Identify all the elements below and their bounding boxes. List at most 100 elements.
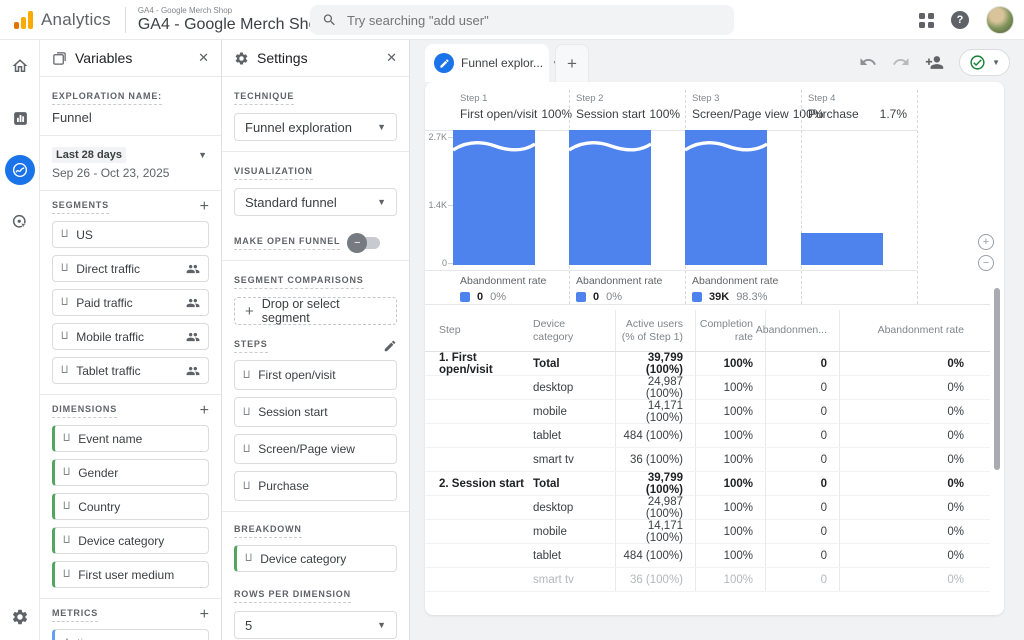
nav-reports[interactable] [0,92,40,144]
redo-icon[interactable] [892,53,910,71]
step-chip[interactable]: ⨿Purchase [234,471,397,501]
workspace: Funnel explor... ▼ + ▼ Step 1First open/… [410,40,1024,640]
dimension-chip[interactable]: ⨿First user medium [52,561,209,588]
nav-advertising[interactable] [0,196,40,248]
table-row[interactable]: 1. First open/visitTotal39,799 (100%)100… [425,352,990,376]
step-chip[interactable]: ⨿Session start [234,397,397,427]
breadcrumb[interactable]: GA4 - Google Merch Shop GA4 - Google Mer… [138,6,327,34]
rows-per-dimension-select[interactable]: 5 ▼ [234,611,397,639]
people-icon [186,364,200,378]
funnel-step-header[interactable]: Step 4Purchase1.7% [801,90,917,121]
close-variables-icon[interactable]: ✕ [198,50,209,66]
dimension-label: Device category [78,534,164,548]
dimension-chip[interactable]: ⨿Gender [52,459,209,486]
undo-icon[interactable] [859,53,877,71]
abandonment-cell: Abandonment rate00% [453,275,569,303]
col-header-abandonments[interactable]: Abandonmen... [765,310,839,351]
date-range-picker[interactable]: Last 28 days Sep 26 - Oct 23, 2025 ▼ [52,136,209,190]
table-row[interactable]: mobile14,171 (100%)100%00% [425,520,990,544]
cell-abandonments: 0 [765,424,839,447]
dimension-chip[interactable]: ⨿Country [52,493,209,520]
dimension-chip[interactable]: ⨿Event name [52,425,209,452]
zoom-in-icon[interactable]: + [978,234,994,250]
nav-admin[interactable] [0,608,40,626]
edit-steps-pencil-icon[interactable] [383,339,397,353]
tab-funnel-exploration[interactable]: Funnel explor... ▼ [425,44,549,82]
table-row[interactable]: 2. Session startTotal39,799 (100%)100%00… [425,472,990,496]
segment-chip[interactable]: ⨿ Mobile traffic [52,323,209,350]
segment-chip[interactable]: ⨿Paid traffic [52,289,209,316]
table-row[interactable]: smart tv36 (100%)100%00% [425,568,990,592]
drag-handle-icon[interactable]: ⨿ [63,535,70,546]
nav-explore-active[interactable] [0,144,40,196]
add-dimension-icon[interactable]: + [200,405,209,417]
exploration-name-value[interactable]: Funnel [52,110,209,125]
table-row[interactable]: desktop24,987 (100%)100%00% [425,376,990,400]
drag-handle-icon[interactable]: ⨿ [243,444,250,455]
table-row[interactable]: smart tv36 (100%)100%00% [425,448,990,472]
funnel-step-header[interactable]: Step 3Screen/Page view100% [685,90,801,121]
close-settings-icon[interactable]: ✕ [386,50,397,66]
drag-handle-icon[interactable]: ⨿ [243,481,250,492]
funnel-bar[interactable] [569,130,651,265]
new-tab-button[interactable]: + [555,44,589,82]
help-icon[interactable]: ? [951,11,969,29]
drag-handle-icon[interactable]: ⨿ [243,407,250,418]
table-row[interactable]: tablet484 (100%)100%00% [425,424,990,448]
segment-label: Mobile traffic [76,330,144,344]
funnel-step-header[interactable]: Step 1First open/visit100% [453,90,569,121]
drag-handle-icon[interactable]: ⨿ [61,365,68,376]
segment-chip[interactable]: ⨿US [52,221,209,248]
zoom-out-icon[interactable]: − [978,255,994,271]
step-chip[interactable]: ⨿First open/visit [234,360,397,390]
caret-down-icon: ▼ [377,197,386,207]
validation-status-button[interactable]: ▼ [959,49,1010,76]
make-open-funnel-toggle[interactable]: − [350,237,380,249]
drag-handle-icon[interactable]: ⨿ [243,370,250,381]
segment-chip[interactable]: ⨿ Direct traffic [52,255,209,282]
cell-abandonments: 0 [765,472,839,496]
drag-handle-icon[interactable]: ⨿ [63,569,70,580]
search-bar[interactable] [310,5,734,35]
drag-handle-icon[interactable]: ⨿ [61,263,68,274]
table-row[interactable]: desktop24,987 (100%)100%00% [425,496,990,520]
drag-handle-icon[interactable]: ⨿ [63,501,70,512]
step-chip[interactable]: ⨿Screen/Page view [234,434,397,464]
nav-home[interactable] [0,40,40,92]
funnel-bar[interactable] [801,233,883,265]
apps-grid-icon[interactable] [919,13,934,28]
drop-segment-zone[interactable]: + Drop or select segment [234,297,397,325]
drag-handle-icon[interactable]: ⨿ [61,297,68,308]
table-row[interactable]: tablet484 (100%)100%00% [425,544,990,568]
drag-handle-icon[interactable]: ⨿ [63,433,70,444]
col-header-completion-rate[interactable]: Completion rate [695,310,765,351]
drag-handle-icon[interactable]: ⨿ [61,331,68,342]
segment-label: Direct traffic [76,262,140,276]
table-row[interactable]: mobile14,171 (100%)100%00% [425,400,990,424]
dimension-chip[interactable]: ⨿ Device category [52,527,209,554]
col-header-abandonment-rate[interactable]: Abandonment rate [839,310,990,351]
drag-handle-icon[interactable]: ⨿ [61,229,68,240]
metric-chip[interactable]: Active users [52,629,209,640]
col-header-device-category[interactable]: Device category [531,312,615,350]
technique-select[interactable]: Funnel exploration ▼ [234,113,397,141]
drag-handle-icon[interactable]: ⨿ [63,467,70,478]
cell-completion-rate: 100% [695,424,765,447]
drag-handle-icon[interactable]: ⨿ [245,553,252,564]
col-header-step[interactable]: Step [425,318,531,343]
funnel-bar[interactable] [685,130,767,265]
person-add-icon[interactable] [925,53,944,72]
col-header-active-users[interactable]: Active users (% of Step 1) [615,310,695,351]
table-scrollbar[interactable] [994,288,1000,470]
avatar[interactable] [986,6,1014,34]
add-segment-icon[interactable]: + [200,201,209,213]
segment-chip[interactable]: ⨿Tablet traffic [52,357,209,384]
cell-abandonments: 0 [765,520,839,544]
visualization-select[interactable]: Standard funnel ▼ [234,188,397,216]
search-input[interactable] [347,13,722,28]
funnel-bar[interactable] [453,130,535,265]
funnel-step-header[interactable]: Step 2Session start100% [569,90,685,121]
abandonment-cell: Abandonment rate39K98.3% [685,275,801,303]
breakdown-chip[interactable]: ⨿ Device category [234,545,397,572]
add-metric-icon[interactable]: + [200,609,209,621]
